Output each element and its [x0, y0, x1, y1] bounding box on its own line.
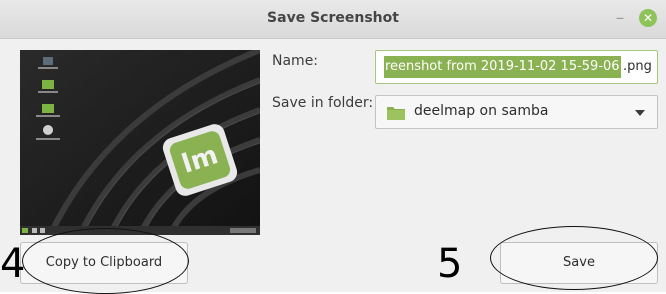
title-bar: Save Screenshot – ✕ [0, 0, 666, 39]
copy-to-clipboard-button[interactable]: Copy to Clipboard [20, 242, 188, 284]
folder-value: deelmap on samba [414, 103, 549, 119]
chevron-down-icon [635, 110, 645, 116]
desktop-thumbnail-image: lm [20, 50, 260, 235]
dialog-title: Save Screenshot [267, 10, 399, 26]
annotation-number-4: 4 [0, 241, 26, 287]
filename-extension: .png [623, 59, 652, 74]
filename-selected-text: reenshot from 2019-11-02 15-59-06 [384, 56, 621, 78]
save-screenshot-dialog: Save Screenshot – ✕ lm Name: reenshot fr… [0, 0, 666, 292]
minimize-button[interactable]: – [609, 7, 631, 29]
folder-icon [387, 107, 405, 120]
name-label: Name: [272, 53, 319, 69]
close-button[interactable]: ✕ [639, 9, 657, 27]
screenshot-preview: lm [20, 50, 260, 235]
folder-dropdown[interactable]: deelmap on samba [375, 95, 658, 129]
save-in-folder-label: Save in folder: [272, 95, 374, 111]
save-button[interactable]: Save [500, 242, 658, 284]
annotation-number-5: 5 [437, 241, 463, 287]
filename-input[interactable]: reenshot from 2019-11-02 15-59-06 .png [375, 50, 658, 84]
